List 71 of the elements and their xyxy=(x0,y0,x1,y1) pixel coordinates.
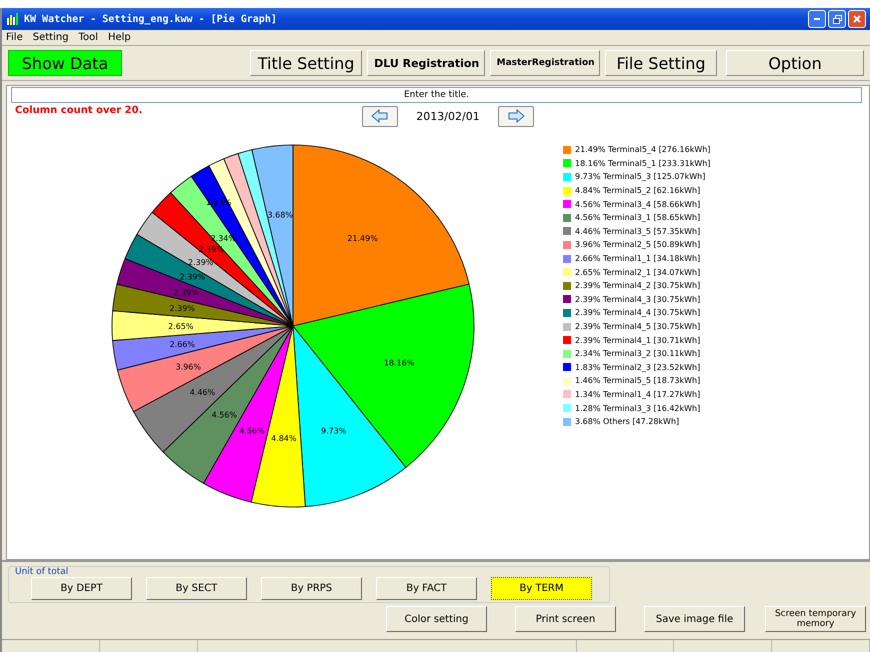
legend-label: 4.84% Terminal5_2 [62.16kWh] xyxy=(575,186,700,196)
group-label: Unit of total xyxy=(14,567,70,577)
minimize-icon xyxy=(814,18,820,20)
slice-label: 4.84% xyxy=(271,434,296,443)
action-button[interactable]: Screen temporary memory xyxy=(765,606,866,632)
minimize-button[interactable] xyxy=(808,10,826,28)
close-icon xyxy=(853,15,861,23)
legend-label: 3.96% Terminal2_5 [50.89kWh] xyxy=(575,240,700,250)
slice-label: 9.73% xyxy=(321,426,346,436)
menu-item[interactable]: File xyxy=(6,32,23,43)
legend-label: 2.39% Terminal4_3 [30.75kWh] xyxy=(575,294,700,304)
slice-label: 4.56% xyxy=(212,410,237,420)
slice-label: 3.96% xyxy=(176,362,201,372)
toolbar-button[interactable]: DLU Registration xyxy=(367,50,485,76)
window-title: KW Watcher - Setting_eng.kww - [Pie Graph] xyxy=(24,14,278,24)
unit-button[interactable]: By SECT xyxy=(146,577,247,600)
legend-label: 2.39% Terminal4_1 [30.71kWh] xyxy=(575,336,700,345)
slice-label: 2.66% xyxy=(170,340,195,350)
legend-label: 4.56% Terminal3_1 [58.65kWh] xyxy=(575,213,700,222)
unit-button[interactable]: By FACT xyxy=(376,577,477,600)
legend-label: 2.39% Terminal4_2 [30.75kWh] xyxy=(575,281,700,290)
app-icon xyxy=(6,12,20,26)
legend-label: 2.39% Terminal4_5 [30.75kWh] xyxy=(575,322,700,332)
unit-button[interactable]: By PRPS xyxy=(261,577,362,600)
right-arrow-icon xyxy=(506,109,525,123)
toolbar-button[interactable]: Show Data xyxy=(8,50,122,76)
legend-label: 2.34% Terminal3_2 [30.11kWh] xyxy=(575,349,700,358)
menu-item[interactable]: Tool xyxy=(78,32,98,43)
toolbar-button[interactable]: Option xyxy=(726,50,864,76)
menu-item[interactable]: Help xyxy=(108,32,131,43)
slice-label: 21.49% xyxy=(347,234,378,243)
slice-label: 2.39% xyxy=(170,304,195,314)
legend-label: 2.65% Terminal2_1 [34.07kWh] xyxy=(575,268,700,277)
legend-label: 9.73% Terminal5_3 [125.07kWh] xyxy=(575,172,706,182)
slice-label: 2.39% xyxy=(188,258,214,268)
legend-label: 2.39% Terminal4_4 [30.75kWh] xyxy=(575,308,700,318)
unit-button[interactable]: By TERM xyxy=(491,577,592,600)
menu-item[interactable]: Setting xyxy=(32,32,69,43)
close-button[interactable] xyxy=(848,10,866,28)
action-button[interactable]: Save image file xyxy=(644,606,745,632)
slice-label: 4.56% xyxy=(239,426,265,436)
toolbar-button[interactable]: File Setting xyxy=(605,50,718,76)
toolbar-button[interactable]: Title Setting xyxy=(250,50,362,76)
title-field[interactable]: Enter the title. xyxy=(11,87,862,103)
legend-label: 1.34% Terminal1_4 [17.27kWh] xyxy=(575,390,700,399)
warning-text: Column count over 20. xyxy=(15,105,142,116)
legend-label: 3.68% Others [47.28kWh] xyxy=(575,417,680,426)
slice-label: 3.68% xyxy=(268,210,293,220)
legend-label: 1.28% Terminal3_3 [16.42kWh] xyxy=(575,404,700,413)
legend-label: 21.49% Terminal5_4 [276.16kWh] xyxy=(575,145,710,154)
legend-label: 2.66% Terminal1_1 [34.18kWh] xyxy=(575,254,700,264)
date-text: 2013/02/01 xyxy=(416,110,480,122)
legend-label: 4.46% Terminal3_5 [57.35kWh] xyxy=(575,226,700,236)
restore-icon xyxy=(832,14,842,24)
unit-button[interactable]: By DEPT xyxy=(31,577,132,600)
next-button[interactable] xyxy=(498,106,534,126)
previous-button[interactable] xyxy=(362,106,398,126)
left-arrow-icon xyxy=(371,109,390,123)
restore-button[interactable] xyxy=(828,10,846,28)
slice-label: 2.39% xyxy=(173,288,199,297)
legend-label: 1.83% Terminal2_3 [23.52kWh] xyxy=(575,362,700,372)
slice-label: 2.65% xyxy=(168,322,194,331)
legend-label: 18.16% Terminal5_1 [233.31kWh] xyxy=(575,158,710,168)
action-button[interactable]: Print screen xyxy=(515,606,616,632)
slice-label: 18.16% xyxy=(384,358,414,368)
legend-label: 4.56% Terminal3_4 [58.66kWh] xyxy=(575,200,700,209)
action-button[interactable]: Color setting xyxy=(386,606,487,632)
toolbar-button[interactable]: MasterRegistration xyxy=(490,50,600,76)
slice-label: 2.39% xyxy=(180,272,205,282)
legend-label: 1.46% Terminal5_5 [18.73kWh] xyxy=(575,376,700,386)
slice-label: 4.46% xyxy=(190,388,216,398)
